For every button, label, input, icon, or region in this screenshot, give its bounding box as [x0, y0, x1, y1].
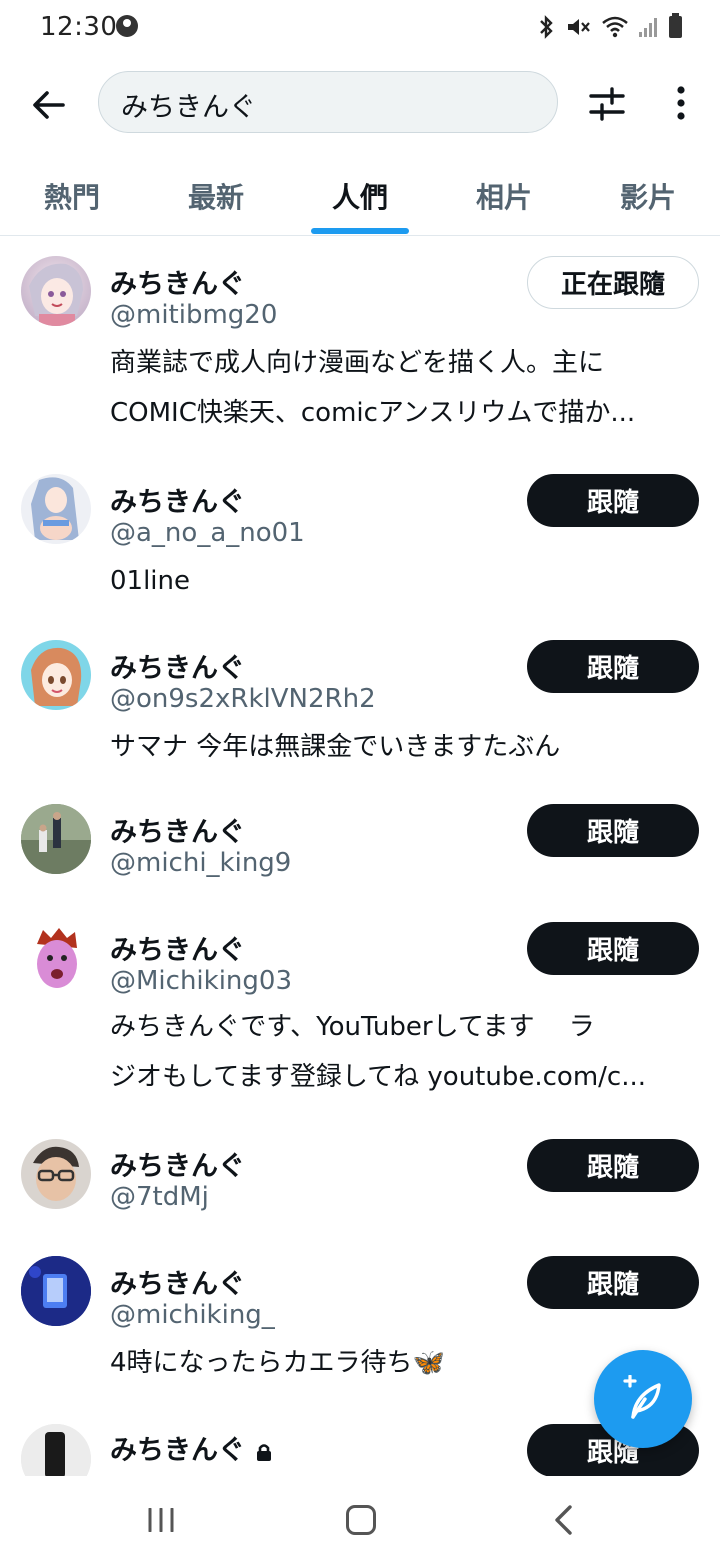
sliders-icon: [589, 87, 625, 121]
search-query: みちきんぐ: [121, 92, 256, 123]
search-filter-button[interactable]: [585, 82, 629, 126]
follow-button[interactable]: 跟隨: [527, 1256, 699, 1309]
user-display-name[interactable]: みちきんぐ: [110, 1144, 245, 1183]
user-bio-line: 商業誌で成人向け漫画などを描く人。主に: [110, 348, 605, 378]
avatar[interactable]: [21, 1256, 91, 1326]
signal-icon: [639, 17, 659, 37]
user-bio: みちきんぐです、YouTuberしてます ラ ジオもしてます登録してね yout…: [110, 1002, 700, 1102]
user-bio: 商業誌で成人向け漫画などを描く人。主に COMIC快楽天、comicアンスリウム…: [110, 338, 700, 438]
avatar[interactable]: [21, 474, 91, 544]
avatar[interactable]: [21, 640, 91, 710]
active-tab-indicator: [311, 228, 409, 234]
user-result-row[interactable]: みちきんぐ @on9s2xRklVN2Rh2 サマナ 今年は無課金でいきますたぶ…: [0, 620, 720, 786]
user-result-row[interactable]: みちきんぐ @a_no_a_no01 01line 跟隨: [0, 454, 720, 620]
status-bar: 12:30: [0, 0, 720, 56]
battery-icon: [669, 13, 682, 38]
user-handle: @michiking_: [110, 1300, 275, 1330]
tab-top[interactable]: 熱門: [44, 176, 100, 216]
home-icon[interactable]: [346, 1505, 376, 1535]
recent-apps-icon[interactable]: [147, 1508, 175, 1532]
follow-button[interactable]: 跟隨: [527, 640, 699, 693]
bluetooth-icon: [540, 15, 553, 39]
following-button[interactable]: 正在跟隨: [527, 256, 699, 309]
user-bio-line: 01line: [110, 566, 191, 596]
user-result-row[interactable]: みちきんぐ @michi_king9 跟隨: [0, 786, 720, 904]
user-display-name-text: みちきんぐ: [110, 1435, 245, 1466]
account-status-icon: [116, 15, 138, 37]
back-nav-icon[interactable]: [552, 1504, 576, 1536]
tab-people[interactable]: 人們: [332, 176, 388, 216]
user-result-row[interactable]: みちきんぐ @mitibmg20 商業誌で成人向け漫画などを描く人。主に COM…: [0, 236, 720, 454]
user-handle: @michi_king9: [110, 848, 292, 878]
vertical-dots-icon: [677, 86, 685, 120]
user-display-name[interactable]: みちきんぐ: [110, 480, 245, 519]
compose-post-button[interactable]: [594, 1350, 692, 1448]
back-button[interactable]: [28, 84, 70, 126]
status-time: 12:30: [40, 12, 118, 42]
avatar[interactable]: [21, 1139, 91, 1209]
feather-plus-icon: [623, 1375, 661, 1419]
avatar[interactable]: [21, 804, 91, 874]
system-navigation-bar: [0, 1476, 720, 1560]
user-bio-line: みちきんぐです、YouTuberしてます ラ: [110, 1012, 595, 1042]
user-display-name[interactable]: みちきんぐ: [110, 1262, 245, 1301]
user-display-name[interactable]: みちきんぐ: [110, 262, 245, 301]
user-handle: @mitibmg20: [110, 300, 278, 330]
follow-button[interactable]: 跟隨: [527, 922, 699, 975]
status-icons: [537, 13, 682, 40]
user-result-row[interactable]: みちきんぐ @7tdMj 跟隨: [0, 1120, 720, 1238]
follow-button[interactable]: 跟隨: [527, 804, 699, 857]
user-display-name[interactable]: みちきんぐ: [110, 810, 245, 849]
arrow-left-icon: [33, 91, 65, 119]
user-handle: @on9s2xRklVN2Rh2: [110, 684, 376, 714]
user-display-name[interactable]: みちきんぐ: [110, 928, 245, 967]
user-handle: @7tdMj: [110, 1182, 209, 1212]
avatar[interactable]: [21, 1424, 91, 1476]
user-bio: 01line: [110, 556, 700, 606]
tab-videos[interactable]: 影片: [620, 176, 676, 216]
search-header: みちきんぐ: [0, 56, 720, 156]
user-bio-line: COMIC快楽天、comicアンスリウムで描か...: [110, 398, 636, 428]
search-tabs: 熱門 最新 人們 相片 影片: [0, 156, 720, 236]
user-handle: @Michiking03: [110, 966, 292, 996]
user-display-name[interactable]: みちきんぐ: [110, 646, 245, 685]
tab-latest[interactable]: 最新: [188, 176, 244, 216]
user-bio-line: ジオもしてます登録してね youtube.com/c...: [110, 1062, 646, 1092]
follow-button[interactable]: 跟隨: [527, 474, 699, 527]
follow-button[interactable]: 跟隨: [527, 1139, 699, 1192]
wifi-icon: [602, 16, 628, 38]
lock-icon: [257, 1443, 271, 1461]
more-options-button[interactable]: [664, 82, 698, 126]
avatar[interactable]: [21, 922, 91, 992]
tab-photos[interactable]: 相片: [476, 176, 532, 216]
avatar[interactable]: [21, 256, 91, 326]
user-bio-line: サマナ 今年は無課金でいきますたぶん: [110, 732, 561, 762]
user-display-name[interactable]: みちきんぐ: [110, 1428, 273, 1467]
user-handle: @a_no_a_no01: [110, 518, 305, 548]
user-bio: サマナ 今年は無課金でいきますたぶん: [110, 722, 700, 772]
people-results-list: みちきんぐ @mitibmg20 商業誌で成人向け漫画などを描く人。主に COM…: [0, 236, 720, 1476]
user-result-row[interactable]: みちきんぐ @Michiking03 みちきんぐです、YouTuberしてます …: [0, 904, 720, 1120]
mute-icon: [568, 19, 590, 35]
search-input[interactable]: みちきんぐ: [98, 71, 558, 133]
